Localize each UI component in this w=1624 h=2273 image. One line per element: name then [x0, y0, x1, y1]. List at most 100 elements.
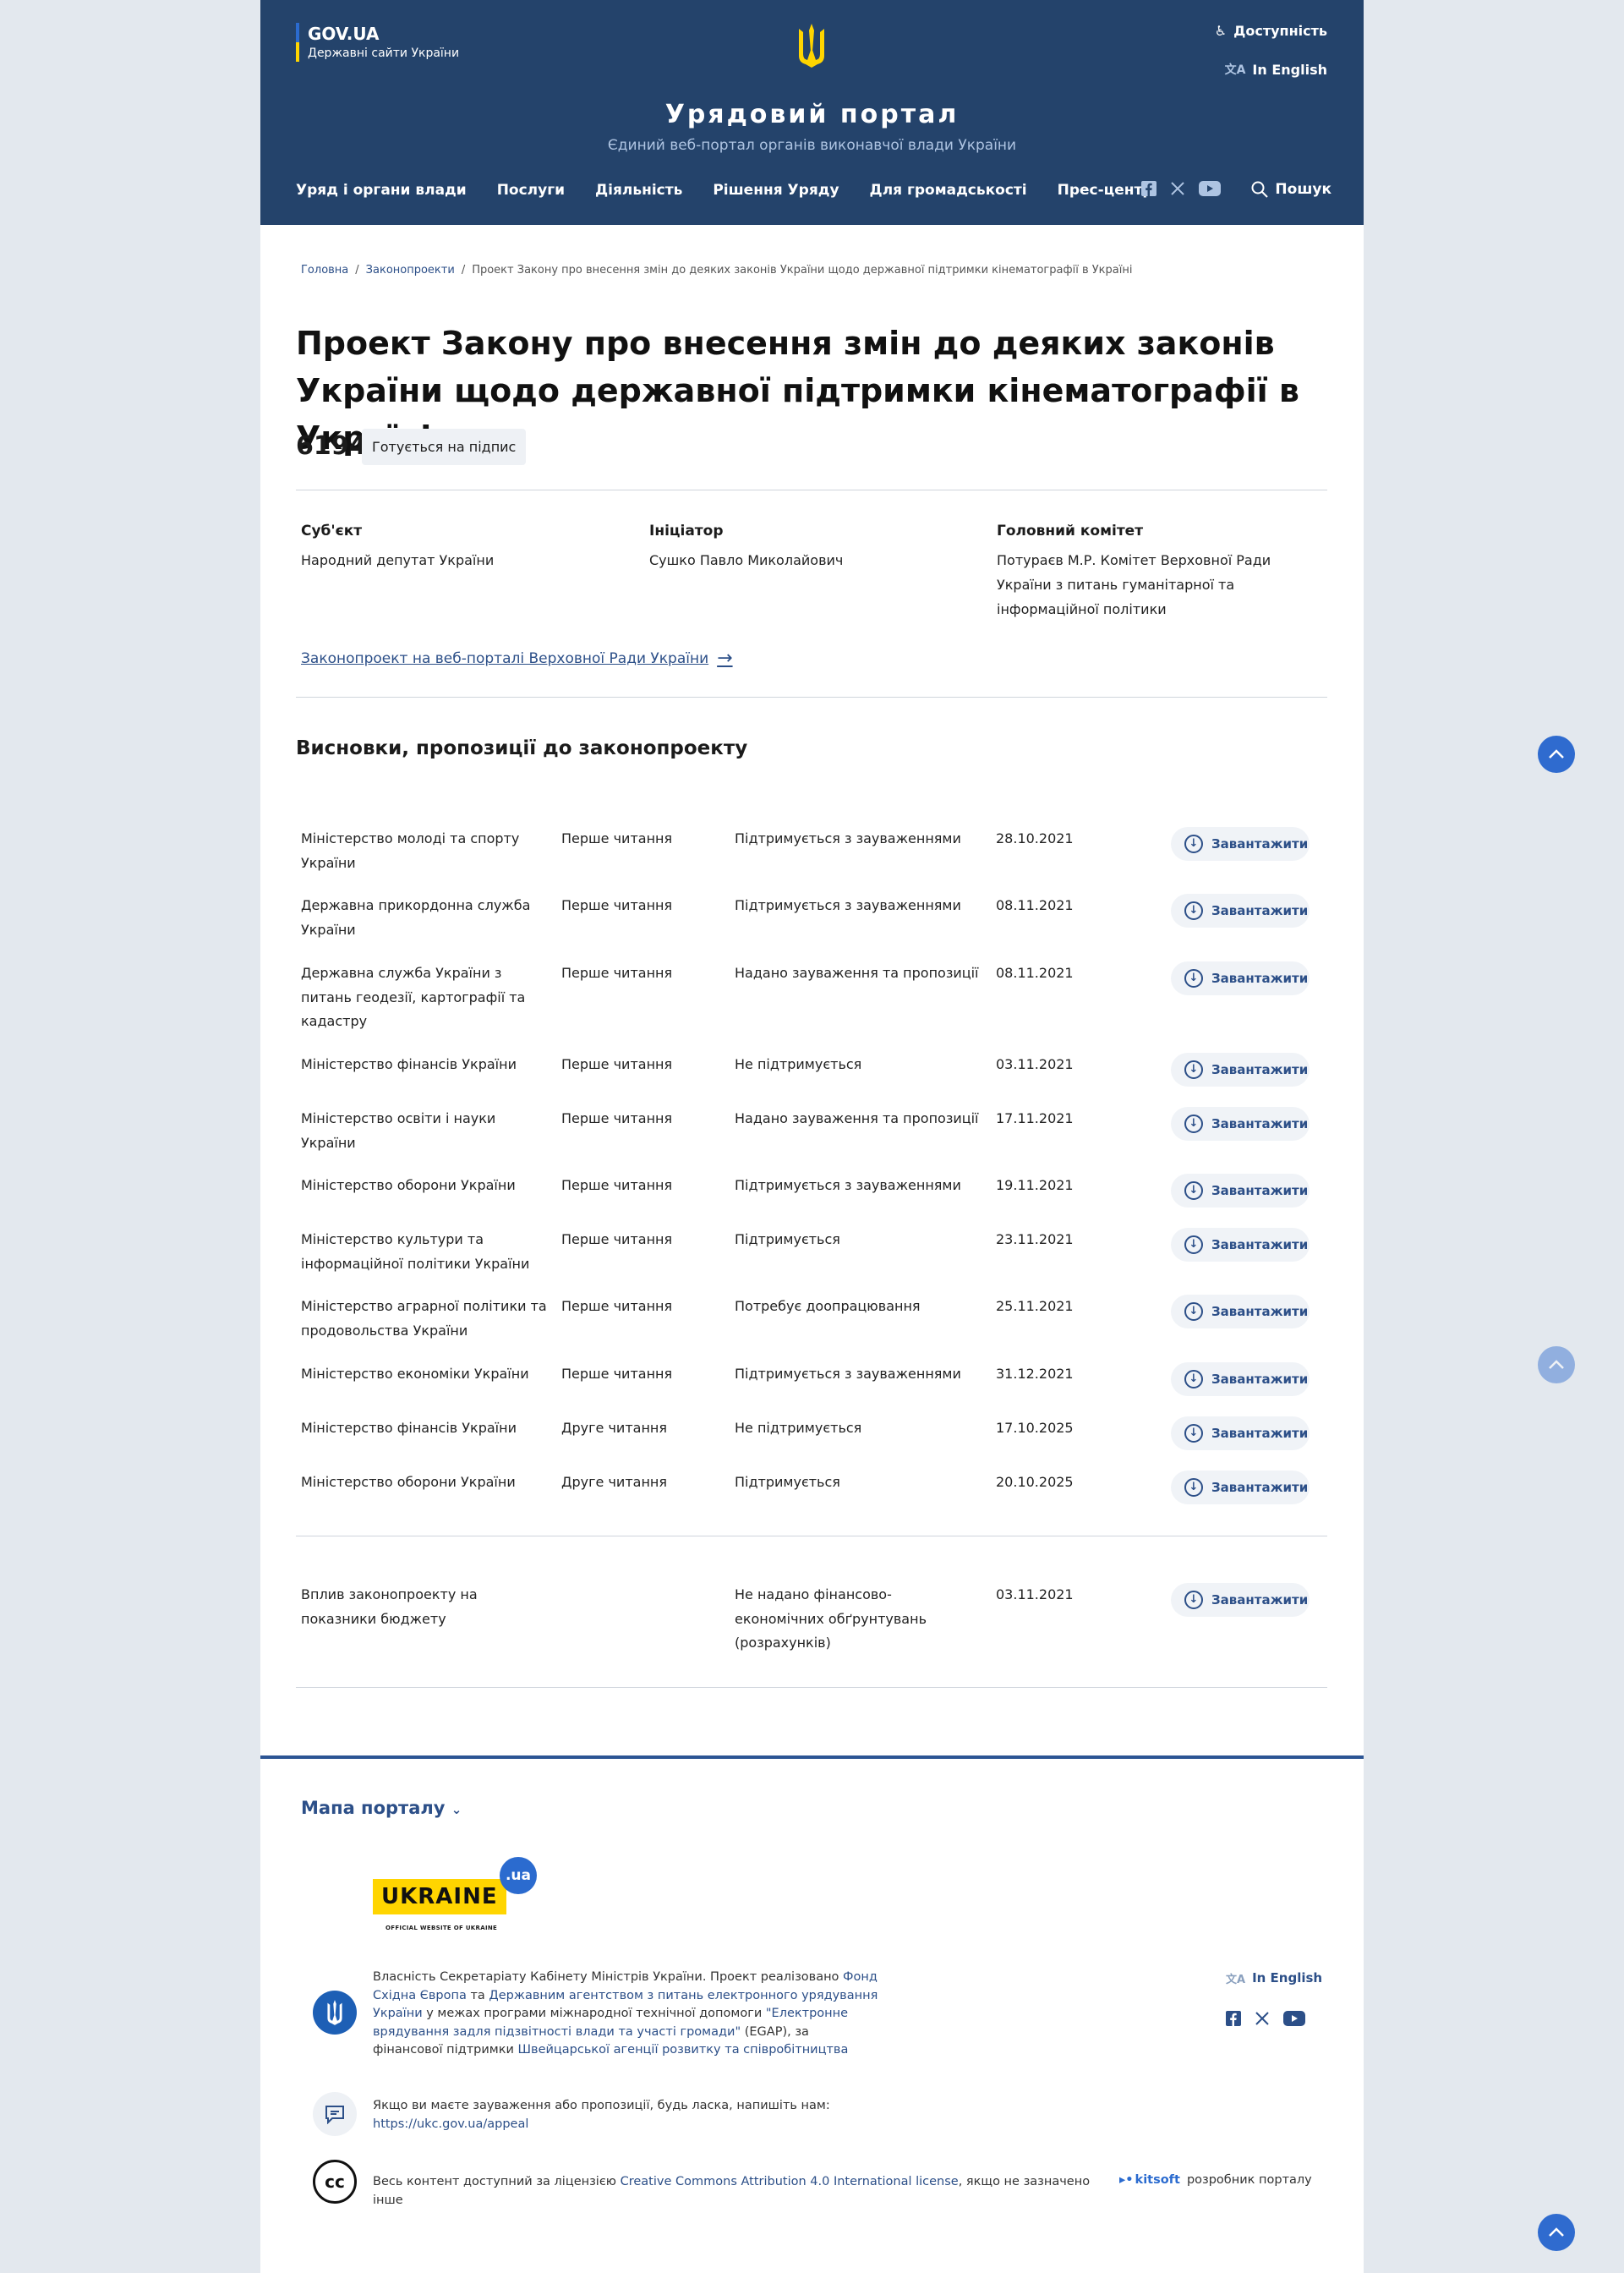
nav-item-activity[interactable]: Діяльність — [595, 182, 682, 199]
gov-ua-link[interactable]: GOV.UA Державні сайти України — [296, 23, 460, 62]
footer-social-links — [1226, 2011, 1305, 2026]
ukraine-ua-logo[interactable]: UKRAINE .ua OFFICIAL WEBSITE OF UKRAINE — [373, 1857, 542, 1933]
footer-language-switch[interactable]: 文A In English — [1226, 1970, 1322, 1986]
portal-title[interactable]: Урядовий портал — [260, 100, 1364, 129]
breadcrumb-bills[interactable]: Законопроекти — [366, 264, 455, 277]
row-date: 17.10.2025 — [996, 1420, 1074, 1436]
download-button[interactable]: ↓ Завантажити — [1171, 827, 1310, 861]
download-label: Завантажити — [1211, 1061, 1309, 1077]
nav-item-decisions[interactable]: Рішення Уряду — [713, 182, 839, 199]
portal-map-toggle[interactable]: Мапа порталу ⌄ — [301, 1798, 462, 1818]
meta-initiator: Ініціатор Сушко Павло Миколайович — [649, 523, 987, 572]
download-button[interactable]: ↓ Завантажити — [1171, 1107, 1310, 1141]
developer-credit[interactable]: ▸• kitsoft розробник порталу — [1119, 2173, 1312, 2187]
row-org: Міністерство молоді та спорту України — [301, 830, 520, 871]
download-label: Завантажити — [1211, 1303, 1309, 1319]
download-icon: ↓ — [1184, 1235, 1203, 1254]
row-reading: Перше читання — [561, 1110, 673, 1126]
nav-item-public[interactable]: Для громадськості — [870, 182, 1027, 199]
license-link[interactable]: Creative Commons Attribution 4.0 Interna… — [621, 2175, 959, 2188]
page: GOV.UA Державні сайти України ♿ Доступні… — [260, 0, 1364, 2273]
verkhovna-rada-link-label: Законопроект на веб-порталі Верховної Ра… — [301, 649, 709, 667]
kitsoft-logo-icon: ▸• — [1119, 2173, 1134, 2187]
row-position: Не надано фінансово-економічних обґрунту… — [735, 1586, 927, 1651]
row-org: Міністерство аграрної політики та продов… — [301, 1298, 547, 1339]
chevron-up-icon — [1549, 2227, 1564, 2237]
download-button[interactable]: ↓ Завантажити — [1171, 1053, 1310, 1087]
creative-commons-icon[interactable]: cc — [313, 2160, 357, 2204]
row-reading: Перше читання — [561, 1298, 673, 1314]
nav-item-press[interactable]: Прес-центр — [1058, 182, 1153, 199]
nav-item-government[interactable]: Уряд і органи влади — [296, 182, 467, 199]
row-org: Міністерство оборони України — [301, 1474, 516, 1490]
row-position: Не підтримується — [735, 1056, 862, 1072]
row-position: Підтримується з зауваженнями — [735, 1177, 961, 1193]
row-reading: Перше читання — [561, 1231, 673, 1247]
accessibility-icon: ♿ — [1214, 23, 1228, 39]
download-button[interactable]: ↓ Завантажити — [1171, 1362, 1310, 1396]
download-button[interactable]: ↓ Завантажити — [1171, 1295, 1310, 1328]
main-nav: Уряд і органи влади Послуги Діяльність Р… — [296, 182, 1153, 199]
row-date: 31.12.2021 — [996, 1366, 1074, 1382]
accessibility-button[interactable]: ♿ Доступність — [1215, 23, 1327, 39]
divider — [296, 697, 1327, 698]
facebook-icon[interactable] — [1226, 2011, 1241, 2026]
gov-ua-title: GOV.UA — [308, 24, 380, 44]
download-button[interactable]: ↓ Завантажити — [1171, 1583, 1310, 1617]
row-date: 25.11.2021 — [996, 1298, 1074, 1314]
language-switch[interactable]: 文A In English — [1225, 61, 1327, 78]
bill-number: 6194 — [296, 431, 367, 461]
row-org: Міністерство фінансів України — [301, 1420, 517, 1436]
download-icon: ↓ — [1184, 1060, 1203, 1079]
meta-committee: Головний комітет Потураєв М.Р. Комітет В… — [997, 523, 1326, 622]
row-reading: Перше читання — [561, 1177, 673, 1193]
row-position: Надано зауваження та пропозиції — [735, 965, 979, 981]
search-button[interactable]: Пошук — [1251, 181, 1331, 198]
breadcrumb: Головна / Законопроекти / Проект Закону … — [301, 264, 1133, 277]
row-date: 17.11.2021 — [996, 1110, 1074, 1126]
x-twitter-icon[interactable] — [1255, 2011, 1270, 2026]
scroll-to-top-button[interactable] — [1538, 1346, 1575, 1383]
license-text: Весь контент доступний за ліцензією Crea… — [373, 2175, 1091, 2207]
download-icon: ↓ — [1184, 1478, 1203, 1497]
row-position: Підтримується з зауваженнями — [735, 830, 961, 846]
chevron-up-icon — [1549, 1360, 1564, 1369]
swiss-agency-link[interactable]: Швейцарської агенції розвитку та співроб… — [518, 2043, 849, 2057]
trident-icon[interactable] — [796, 22, 828, 69]
download-button[interactable]: ↓ Завантажити — [1171, 1471, 1310, 1504]
row-org: Міністерство освіти і науки України — [301, 1110, 496, 1151]
kitsoft-label: kitsoft — [1135, 2173, 1180, 2187]
row-position: Підтримується — [735, 1474, 840, 1490]
row-reading: Друге читання — [561, 1420, 667, 1436]
feedback-link[interactable]: https://ukc.gov.ua/appeal — [373, 2117, 528, 2131]
meta-label: Ініціатор — [649, 523, 724, 539]
row-date: 03.11.2021 — [996, 1586, 1074, 1602]
row-position: Підтримується — [735, 1231, 840, 1247]
scroll-to-top-button[interactable] — [1538, 736, 1575, 773]
download-button[interactable]: ↓ Завантажити — [1171, 1228, 1310, 1262]
developer-label: розробник порталу — [1186, 2173, 1312, 2187]
download-label: Завантажити — [1211, 1479, 1309, 1495]
youtube-icon[interactable] — [1199, 181, 1221, 196]
nav-item-services[interactable]: Послуги — [497, 182, 565, 199]
download-label: Завантажити — [1211, 970, 1309, 986]
download-label: Завантажити — [1211, 1236, 1309, 1252]
row-position: Підтримується з зауваженнями — [735, 1366, 961, 1382]
download-button[interactable]: ↓ Завантажити — [1171, 1174, 1310, 1208]
row-org: Міністерство фінансів України — [301, 1056, 517, 1072]
youtube-icon[interactable] — [1283, 2011, 1305, 2026]
download-button[interactable]: ↓ Завантажити — [1171, 1416, 1310, 1450]
verkhovna-rada-link[interactable]: Законопроект на веб-порталі Верховної Ра… — [301, 648, 733, 669]
facebook-icon[interactable] — [1141, 181, 1156, 196]
download-button[interactable]: ↓ Завантажити — [1171, 894, 1310, 928]
download-icon: ↓ — [1184, 1424, 1203, 1443]
row-date: 20.10.2025 — [996, 1474, 1074, 1490]
download-button[interactable]: ↓ Завантажити — [1171, 961, 1310, 995]
x-twitter-icon[interactable] — [1170, 181, 1185, 196]
scroll-to-top-button[interactable] — [1538, 2214, 1575, 2251]
download-label: Завантажити — [1211, 902, 1309, 918]
breadcrumb-home[interactable]: Головна — [301, 264, 348, 277]
meta-value: Народний депутат України — [301, 552, 495, 568]
translate-icon: 文A — [1226, 1974, 1246, 1986]
download-label: Завантажити — [1211, 1591, 1309, 1608]
